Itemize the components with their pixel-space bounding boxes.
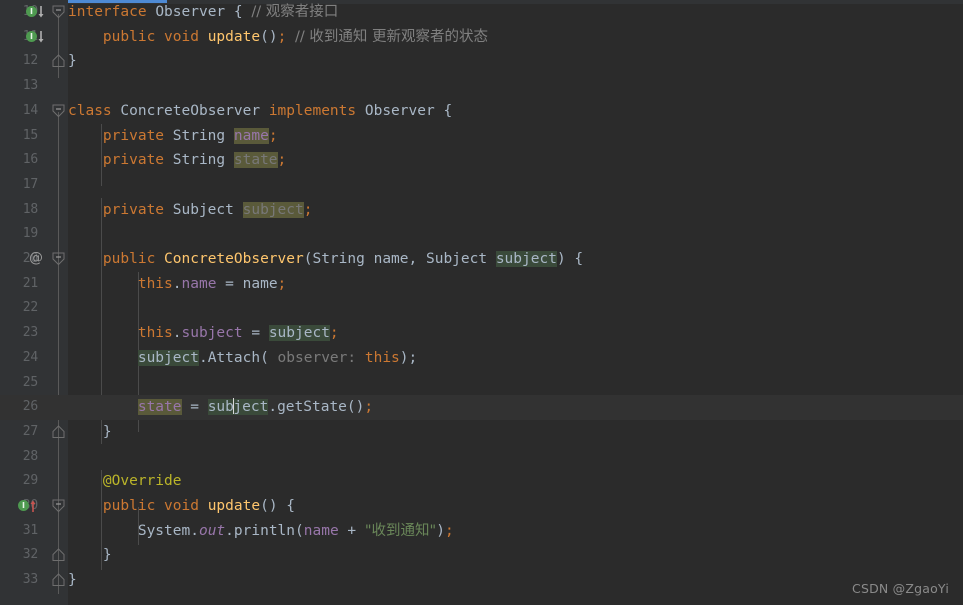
fold-toggle[interactable] (50, 543, 68, 568)
code-line[interactable]: 17 (0, 173, 963, 198)
code-text[interactable]: class ConcreteObserver implements Observ… (68, 99, 452, 124)
fold-end-icon[interactable] (52, 425, 65, 439)
code-line[interactable]: 31 System.out.println(name + "收到通知"); (0, 519, 963, 544)
fold-end-icon[interactable] (52, 54, 65, 68)
arrow-down-icon (38, 6, 44, 18)
code-line[interactable]: 29 @Override (0, 469, 963, 494)
fold-toggle[interactable] (50, 49, 68, 74)
fold-toggle[interactable] (50, 0, 68, 25)
code-line[interactable]: 16 private String state; (0, 148, 963, 173)
code-text[interactable]: System.out.println(name + "收到通知"); (68, 519, 454, 544)
code-line[interactable]: 22 (0, 296, 963, 321)
code-text[interactable]: subject.Attach( observer: this); (68, 346, 417, 371)
code-editor[interactable]: 10 I interface Observer { // 观察者接口 11 I (0, 0, 963, 605)
code-text[interactable]: public void update(); // 收到通知 更新观察者的状态 (68, 25, 488, 50)
code-line-current[interactable]: 26 state = subject.getState(); (0, 395, 963, 420)
code-line[interactable]: 30 I public void update() { (0, 494, 963, 519)
fold-open-icon[interactable] (52, 5, 65, 19)
fold-toggle[interactable] (50, 247, 68, 272)
code-line[interactable]: 18 private Subject subject; (0, 198, 963, 223)
fold-toggle[interactable] (50, 99, 68, 124)
fold-toggle[interactable] (50, 568, 68, 593)
code-line[interactable]: 20 @ public ConcreteObserver(String name… (0, 247, 963, 272)
text-caret (232, 398, 234, 415)
code-text[interactable]: this.subject = subject; (68, 321, 339, 346)
code-line[interactable]: 28 (0, 445, 963, 470)
fold-open-icon[interactable] (52, 499, 65, 513)
code-text[interactable]: } (68, 420, 112, 445)
code-line[interactable]: 21 this.name = name; (0, 272, 963, 297)
method-implementing-icon[interactable]: I (18, 500, 29, 511)
code-text[interactable]: private String name; (68, 124, 278, 149)
code-text[interactable]: interface Observer { // 观察者接口 (68, 0, 338, 25)
interface-implemented-icon[interactable]: I (26, 6, 37, 17)
code-text[interactable]: public void update() { (68, 494, 295, 519)
at-sign-icon[interactable]: @ (28, 250, 44, 266)
arrow-up-icon (30, 500, 36, 512)
method-implemented-icon[interactable]: I (26, 30, 37, 42)
arrow-down-icon (38, 30, 44, 43)
code-text[interactable]: } (68, 543, 112, 568)
fold-toggle[interactable] (50, 494, 68, 519)
code-text[interactable]: } (68, 49, 77, 74)
code-line[interactable]: 13 (0, 74, 963, 99)
code-line[interactable]: 12 } (0, 49, 963, 74)
fold-open-icon[interactable] (52, 252, 65, 266)
code-line[interactable]: 23 this.subject = subject; (0, 321, 963, 346)
code-line[interactable]: 15 private String name; (0, 124, 963, 149)
code-text[interactable]: private Subject subject; (68, 198, 312, 223)
fold-end-icon[interactable] (52, 573, 65, 587)
fold-toggle[interactable] (50, 420, 68, 445)
code-line[interactable]: 19 (0, 222, 963, 247)
code-text[interactable]: @Override (68, 469, 182, 494)
code-line[interactable]: 32 } (0, 543, 963, 568)
code-line[interactable]: 27 } (0, 420, 963, 445)
fold-end-icon[interactable] (52, 548, 65, 562)
fold-open-icon[interactable] (52, 104, 65, 118)
watermark: CSDN @ZgaoYi (852, 581, 949, 596)
code-line[interactable]: 11 I public void update(); // 收到通知 更新观察者… (0, 25, 963, 50)
code-text[interactable]: this.name = name; (68, 272, 286, 297)
code-line[interactable]: 14 class ConcreteObserver implements Obs… (0, 99, 963, 124)
code-line[interactable]: 10 I interface Observer { // 观察者接口 (0, 0, 963, 25)
code-text[interactable]: public ConcreteObserver(String name, Sub… (68, 247, 583, 272)
code-text[interactable]: private String state; (68, 148, 286, 173)
code-line[interactable]: 24 subject.Attach( observer: this); (0, 346, 963, 371)
inline-parameter-hint: observer: (277, 349, 357, 366)
code-text[interactable]: state = subject.getState(); (68, 395, 373, 420)
code-line[interactable]: 33 } (0, 568, 963, 593)
code-text[interactable]: } (68, 568, 77, 593)
code-line[interactable]: 25 (0, 371, 963, 396)
